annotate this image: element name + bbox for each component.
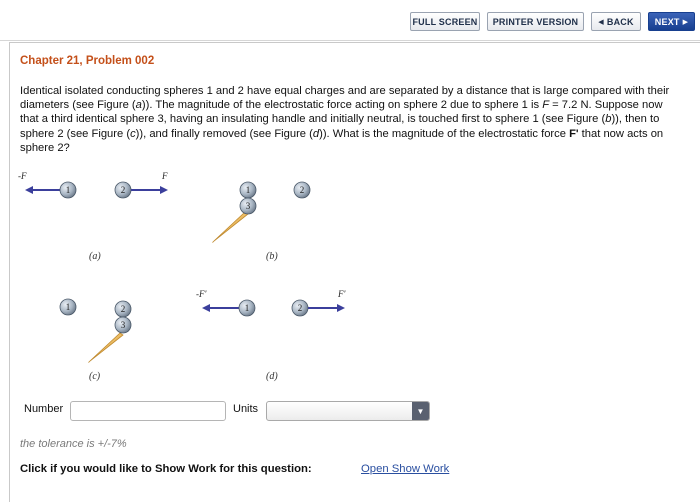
sphere-3: 3 — [114, 316, 132, 334]
dropdown-arrow-icon[interactable]: ▼ — [412, 402, 429, 420]
sphere-label: 1 — [66, 302, 71, 312]
sphere-3: 3 — [239, 197, 257, 215]
force-arrow-f — [131, 186, 168, 194]
sphere-label: 3 — [246, 201, 251, 211]
sphere-2: 2 — [293, 181, 311, 199]
sphere-label: 1 — [66, 185, 71, 195]
figure-c: 1 2 3 — [59, 298, 132, 363]
sphere-2: 2 — [114, 181, 132, 199]
figure-caption-d: (d) — [266, 371, 278, 382]
units-dropdown[interactable]: ▼ — [266, 401, 430, 421]
open-show-work-link[interactable]: Open Show Work — [361, 463, 449, 475]
figure-a: -F 1 2 F — [18, 171, 168, 199]
force-arrow-neg-f-prime — [202, 304, 239, 312]
sphere-2: 2 — [114, 300, 132, 318]
show-work-prompt: Click if you would like to Show Work for… — [20, 463, 312, 475]
sphere-1: 1 — [59, 298, 77, 316]
sphere-label: 1 — [245, 303, 250, 313]
force-arrow-neg-f — [25, 186, 60, 194]
problem-figure: -F 1 2 F 1 3 2 1 2 3 -F' 1 2 F' — [18, 171, 346, 363]
sphere-1: 1 — [239, 181, 257, 199]
insulating-handle — [212, 211, 249, 243]
number-label: Number — [24, 403, 64, 415]
force-arrow-f-prime — [308, 304, 345, 312]
sphere-label: 2 — [300, 185, 305, 195]
sphere-label: 1 — [246, 185, 251, 195]
figure-caption-a: (a) — [89, 251, 101, 262]
sphere-label: 3 — [121, 320, 126, 330]
insulating-handle — [88, 332, 124, 363]
figure-b: 1 3 2 — [212, 181, 311, 243]
sphere-1: 1 — [59, 181, 77, 199]
units-label: Units — [233, 403, 259, 415]
label-neg-f: -F — [18, 171, 27, 181]
tolerance-note: the tolerance is +/-7% — [20, 438, 127, 450]
sphere-label: 2 — [298, 303, 303, 313]
label-neg-f-prime: -F' — [196, 289, 207, 299]
figure-caption-b: (b) — [266, 251, 278, 262]
figure-d: -F' 1 2 F' — [196, 289, 346, 317]
label-f: F — [161, 171, 168, 181]
number-input[interactable] — [70, 401, 226, 421]
sphere-1: 1 — [238, 299, 256, 317]
sphere-label: 2 — [121, 185, 126, 195]
label-f-prime: F' — [337, 289, 346, 299]
figure-caption-c: (c) — [89, 371, 101, 382]
sphere-label: 2 — [121, 304, 126, 314]
sphere-2: 2 — [291, 299, 309, 317]
